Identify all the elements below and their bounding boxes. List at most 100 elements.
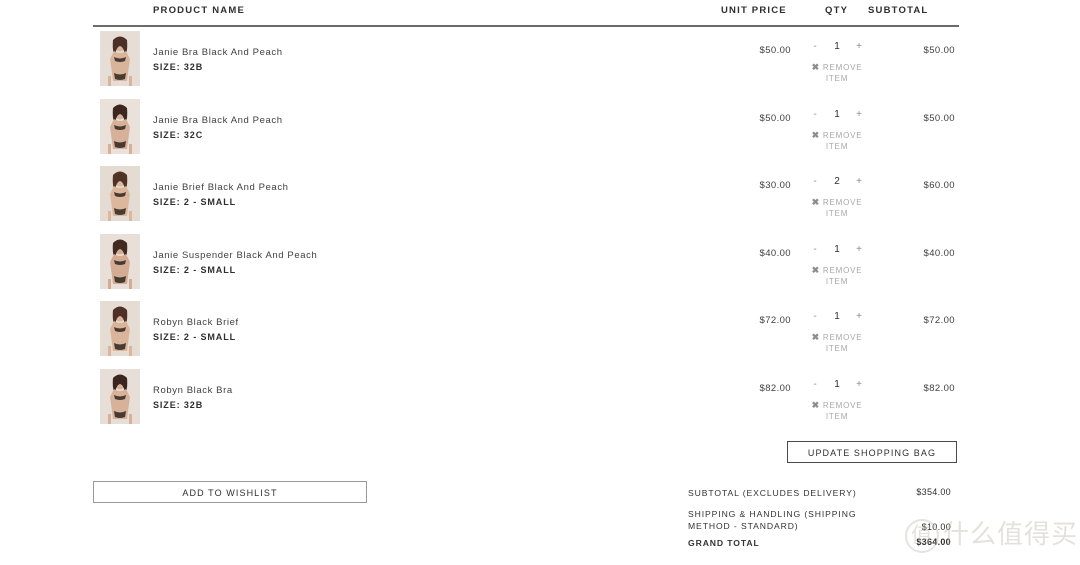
unit-price: $50.00	[759, 112, 791, 124]
product-info: Janie Bra Black And Peach SIZE: 32B	[153, 45, 603, 75]
quantity-increment-button[interactable]: +	[853, 176, 865, 188]
quantity-stepper: -1 + ✖ REMOVE ITEM	[803, 109, 871, 152]
remove-item-label-line2: ITEM	[825, 141, 849, 151]
remove-item-label-line1: REMOVE	[822, 130, 863, 140]
order-totals: SUBTOTAL (EXCLUDES DELIVERY) $354.00 SHI…	[688, 487, 959, 558]
quantity-stepper: -2 + ✖ REMOVE ITEM	[803, 176, 871, 219]
product-photo-janie-suspender[interactable]	[100, 233, 140, 289]
product-size: SIZE: 32B	[153, 62, 204, 72]
subtotal-value: $354.00	[916, 487, 951, 497]
totals-row-subtotal: SUBTOTAL (EXCLUDES DELIVERY) $354.00	[688, 487, 959, 508]
quantity-increment-button[interactable]: +	[853, 311, 865, 323]
quantity-stepper: -1 + ✖ REMOVE ITEM	[803, 41, 871, 84]
update-shopping-bag-button[interactable]: UPDATE SHOPPING BAG	[787, 441, 957, 463]
product-name[interactable]: Janie Brief Black And Peach	[153, 180, 603, 195]
totals-row-grand-total: GRAND TOTAL $364.00	[688, 537, 959, 558]
product-info: Robyn Black Bra SIZE: 32B	[153, 383, 603, 413]
quantity-decrement-button[interactable]: -	[809, 379, 821, 391]
product-info: Robyn Black Brief SIZE: 2 - SMALL	[153, 315, 603, 345]
product-info: Janie Brief Black And Peach SIZE: 2 - SMA…	[153, 180, 603, 210]
remove-item-button[interactable]: ✖ REMOVE ITEM	[803, 332, 871, 354]
quantity-decrement-button[interactable]: -	[809, 311, 821, 323]
product-name[interactable]: Janie Bra Black And Peach	[153, 113, 603, 128]
table-row: Robyn Black Brief SIZE: 2 - SMALL $72.00 -1…	[93, 297, 959, 365]
add-to-wishlist-button[interactable]: ADD TO WISHLIST	[93, 481, 367, 503]
quantity-decrement-button[interactable]: -	[809, 41, 821, 53]
remove-cross-icon: ✖	[811, 399, 820, 410]
product-photo-robyn-brief[interactable]	[100, 301, 140, 356]
column-header-unit-price: UNIT PRICE	[721, 5, 787, 16]
product-photo-janie-bra-32b[interactable]	[100, 31, 140, 86]
quantity-value[interactable]: 1	[826, 109, 848, 121]
shipping-label: SHIPPING & HANDLING (SHIPPING METHOD - S…	[688, 509, 857, 531]
product-size: SIZE: 2 - SMALL	[153, 264, 236, 275]
remove-item-label-line2: ITEM	[825, 344, 849, 353]
shopping-bag-page: PRODUCT NAME UNIT PRICE QTY SUBTOTAL Jan…	[0, 0, 1080, 565]
row-subtotal: $72.00	[923, 315, 955, 326]
remove-cross-icon: ✖	[811, 332, 820, 342]
remove-cross-icon: ✖	[811, 264, 820, 275]
product-photo-janie-bra-32c[interactable]	[100, 98, 140, 154]
cart-table-header: PRODUCT NAME UNIT PRICE QTY SUBTOTAL	[93, 0, 959, 27]
quantity-increment-button[interactable]: +	[853, 41, 865, 53]
quantity-value[interactable]: 1	[826, 244, 848, 256]
remove-item-label-line1: REMOVE	[822, 265, 863, 275]
product-name[interactable]: Janie Suspender Black And Peach	[153, 248, 603, 263]
product-name[interactable]: Robyn Black Brief	[153, 315, 603, 330]
remove-cross-icon: ✖	[811, 197, 820, 207]
unit-price: $40.00	[759, 247, 791, 259]
unit-price: $82.00	[759, 382, 791, 394]
product-name[interactable]: Janie Bra Black And Peach	[153, 45, 603, 60]
row-subtotal: $60.00	[923, 180, 955, 191]
quantity-increment-button[interactable]: +	[853, 379, 865, 391]
remove-item-label-line2: ITEM	[825, 209, 849, 218]
product-size: SIZE: 32C	[153, 129, 204, 140]
remove-item-button[interactable]: ✖ REMOVE ITEM	[803, 400, 871, 422]
totals-row-shipping: SHIPPING & HANDLING (SHIPPING METHOD - S…	[688, 508, 959, 537]
product-info: Janie Suspender Black And Peach SIZE: 2 -…	[153, 248, 603, 278]
column-header-qty: QTY	[825, 5, 849, 16]
remove-item-button[interactable]: ✖ REMOVE ITEM	[803, 197, 871, 219]
quantity-value[interactable]: 1	[826, 41, 848, 53]
remove-item-button[interactable]: ✖ REMOVE ITEM	[803, 130, 871, 152]
column-header-subtotal: SUBTOTAL	[868, 5, 929, 16]
table-row: Janie Brief Black And Peach SIZE: 2 - SMA…	[93, 162, 959, 230]
unit-price: $72.00	[759, 315, 791, 326]
cart-rows: Janie Bra Black And Peach SIZE: 32B $50.00…	[93, 27, 959, 432]
table-row: Janie Bra Black And Peach SIZE: 32C $50.00…	[93, 95, 959, 163]
quantity-decrement-button[interactable]: -	[809, 109, 821, 121]
shipping-value: $10.00	[921, 522, 951, 532]
table-row: Janie Bra Black And Peach SIZE: 32B $50.00…	[93, 27, 959, 95]
product-name[interactable]: Robyn Black Bra	[153, 383, 603, 398]
quantity-value[interactable]: 1	[826, 311, 848, 323]
unit-price: $50.00	[759, 45, 791, 56]
product-size: SIZE: 2 - SMALL	[153, 332, 236, 342]
remove-item-label-line1: REMOVE	[822, 198, 863, 207]
remove-item-button[interactable]: ✖ REMOVE ITEM	[803, 265, 871, 287]
remove-cross-icon: ✖	[811, 129, 820, 140]
row-subtotal: $40.00	[923, 247, 955, 259]
grand-total-value: $364.00	[916, 537, 951, 547]
quantity-increment-button[interactable]: +	[853, 109, 865, 121]
quantity-decrement-button[interactable]: -	[809, 176, 821, 188]
remove-item-label-line2: ITEM	[825, 276, 849, 286]
table-row: Janie Suspender Black And Peach SIZE: 2 -…	[93, 230, 959, 298]
remove-cross-icon: ✖	[811, 62, 820, 72]
product-info: Janie Bra Black And Peach SIZE: 32C	[153, 113, 603, 143]
quantity-value[interactable]: 2	[826, 176, 848, 188]
quantity-stepper: -1 + ✖ REMOVE ITEM	[803, 379, 871, 422]
quantity-value[interactable]: 1	[826, 379, 848, 391]
quantity-decrement-button[interactable]: -	[809, 244, 821, 256]
subtotal-label: SUBTOTAL (EXCLUDES DELIVERY)	[688, 488, 857, 498]
product-photo-janie-brief[interactable]	[100, 166, 140, 221]
remove-item-label-line1: REMOVE	[822, 400, 863, 410]
product-size: SIZE: 2 - SMALL	[153, 197, 236, 207]
quantity-increment-button[interactable]: +	[853, 244, 865, 256]
remove-item-label-line2: ITEM	[825, 411, 849, 421]
remove-item-button[interactable]: ✖ REMOVE ITEM	[803, 62, 871, 84]
quantity-stepper: -1 + ✖ REMOVE ITEM	[803, 311, 871, 354]
product-photo-robyn-bra[interactable]	[100, 368, 140, 424]
row-subtotal: $82.00	[923, 382, 955, 394]
cart-table: PRODUCT NAME UNIT PRICE QTY SUBTOTAL Jan…	[93, 0, 959, 432]
remove-item-label-line1: REMOVE	[822, 333, 863, 342]
